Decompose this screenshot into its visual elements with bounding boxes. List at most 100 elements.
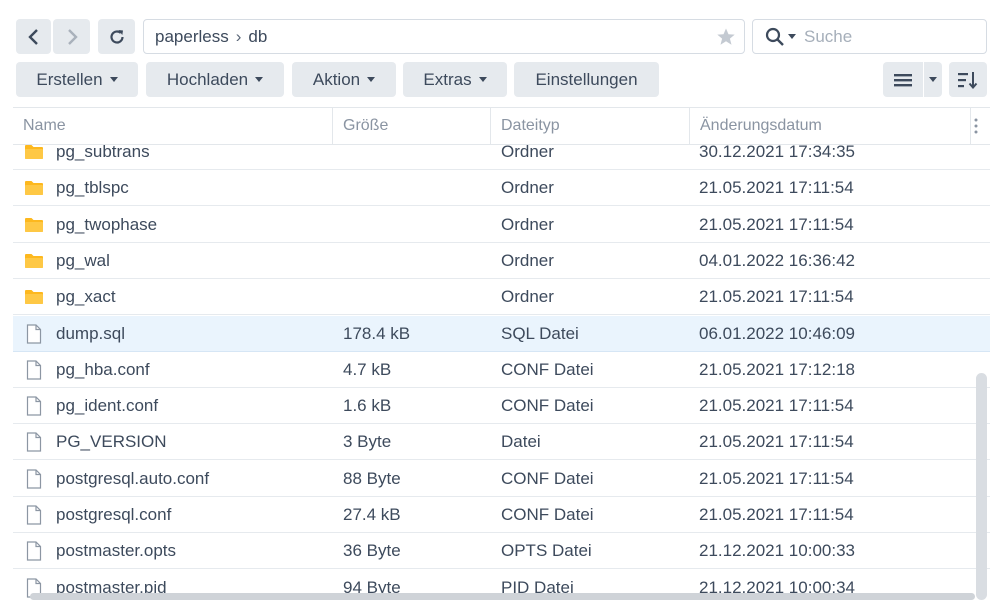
table-row[interactable]: pg_tblspc Ordner 21.05.2021 17:11:54 — [13, 170, 990, 207]
file-name: pg_tblspc — [56, 178, 129, 198]
chevron-down-icon — [478, 77, 487, 82]
file-type: CONF Datei — [501, 468, 594, 488]
create-button-label: Erstellen — [36, 69, 103, 89]
list-view-icon — [894, 73, 912, 86]
star-icon[interactable] — [716, 27, 736, 47]
file-icon — [26, 505, 42, 525]
file-icon — [26, 323, 42, 344]
breadcrumb-segment[interactable]: db — [248, 27, 267, 47]
file-name: pg_ident.conf — [56, 396, 159, 416]
file-size: 88 Byte — [343, 468, 401, 488]
folder-icon — [25, 181, 43, 196]
forward-button[interactable] — [53, 19, 90, 54]
sort-button[interactable] — [949, 62, 987, 97]
file-type: OPTS Datei — [501, 541, 592, 561]
breadcrumb-segment[interactable]: paperless — [155, 27, 229, 47]
file-icon — [26, 469, 42, 489]
view-mode-button[interactable] — [883, 62, 923, 97]
breadcrumb: paperless › db — [144, 27, 716, 47]
upload-button-label: Hochladen — [166, 69, 249, 89]
action-button-label: Aktion — [312, 69, 361, 89]
file-type: Datei — [501, 432, 541, 452]
file-name: pg_twophase — [56, 214, 158, 234]
table-row[interactable]: pg_twophase Ordner 21.05.2021 17:11:54 — [13, 207, 990, 243]
horizontal-scrollbar[interactable] — [30, 593, 975, 600]
table-row[interactable]: postmaster.opts 36 Byte OPTS Datei 21.12.20… — [13, 533, 990, 570]
column-type-header[interactable]: Dateityp — [491, 108, 690, 144]
file-icon — [26, 360, 42, 380]
file-type: Ordner — [501, 178, 554, 198]
file-type: Ordner — [501, 250, 554, 270]
create-button[interactable]: Erstellen — [16, 62, 138, 97]
search-box[interactable] — [752, 19, 987, 54]
file-size: 3 Byte — [343, 432, 392, 452]
settings-button-label: Einstellungen — [535, 69, 638, 89]
file-icon — [26, 541, 42, 561]
table-row[interactable]: postgresql.conf 27.4 kB CONF Datei 21.05.20… — [13, 497, 990, 533]
table-row[interactable]: pg_xact Ordner 21.05.2021 17:11:54 — [13, 279, 990, 316]
upload-button[interactable]: Hochladen — [146, 62, 284, 97]
file-type: CONF Datei — [501, 359, 594, 379]
column-modified-header[interactable]: Änderungsdatum — [690, 108, 971, 144]
file-type: CONF Datei — [501, 396, 594, 416]
file-modified: 06.01.2022 10:46:09 — [699, 323, 855, 343]
column-header: Name Größe Dateityp Änderungsdatum — [13, 107, 990, 145]
file-modified: 21.05.2021 17:11:54 — [699, 396, 854, 416]
file-name: postgresql.auto.conf — [56, 468, 210, 488]
search-input[interactable] — [802, 25, 976, 48]
table-row[interactable]: PG_VERSION 3 Byte Datei 21.05.2021 17:11:54 — [13, 424, 990, 461]
breadcrumb-separator-icon: › — [235, 26, 242, 46]
file-name: pg_hba.conf — [56, 359, 150, 379]
table-row[interactable]: postgresql.auto.conf 88 Byte CONF Datei 21.… — [13, 461, 990, 497]
file-type: Ordner — [501, 214, 554, 234]
search-options-caret-icon[interactable] — [788, 34, 796, 39]
file-type: CONF Datei — [501, 505, 594, 524]
file-modified: 21.05.2021 17:11:54 — [699, 505, 854, 524]
chevron-down-icon — [367, 77, 376, 82]
view-mode-dropdown[interactable] — [924, 62, 942, 97]
column-menu-icon[interactable] — [972, 117, 980, 140]
folder-icon — [25, 290, 43, 305]
file-name: postgresql.conf — [56, 505, 172, 524]
refresh-icon — [109, 29, 124, 44]
table-row[interactable]: pg_hba.conf 4.7 kB CONF Datei 21.05.2021 17… — [13, 352, 990, 388]
table-row[interactable]: pg_wal Ordner 04.01.2022 16:36:42 — [13, 243, 990, 279]
table-row[interactable]: dump.sql 178.4 kB SQL Datei 06.01.2022 10:4… — [13, 315, 990, 352]
extras-button[interactable]: Extras — [403, 62, 507, 97]
file-type: Ordner — [501, 287, 554, 307]
chevron-down-icon — [929, 77, 937, 82]
file-modified: 21.05.2021 17:12:18 — [699, 359, 855, 379]
back-button[interactable] — [16, 19, 51, 54]
action-button[interactable]: Aktion — [292, 62, 396, 97]
chevron-down-icon — [109, 77, 118, 82]
file-size: 1.6 kB — [343, 396, 392, 416]
chevron-right-icon — [67, 28, 78, 45]
file-type: SQL Datei — [501, 323, 579, 343]
chevron-left-icon — [27, 28, 38, 45]
file-size: 27.4 kB — [343, 505, 401, 524]
file-list[interactable]: pg_subtrans Ordner 30.12.2021 17:34:35 pg_t… — [13, 133, 990, 600]
file-modified: 21.12.2021 10:00:33 — [699, 541, 855, 561]
folder-icon — [25, 145, 43, 159]
folder-icon — [25, 217, 43, 232]
file-name: postmaster.opts — [56, 541, 177, 561]
search-icon[interactable] — [765, 27, 785, 47]
file-size: 4.7 kB — [343, 359, 392, 379]
file-name: dump.sql — [56, 323, 125, 343]
column-name-header[interactable]: Name — [13, 108, 333, 144]
file-modified: 21.05.2021 17:11:54 — [699, 432, 854, 452]
address-bar[interactable]: paperless › db — [143, 19, 745, 54]
file-size: 178.4 kB — [343, 323, 411, 343]
refresh-button[interactable] — [98, 19, 135, 54]
file-icon — [26, 396, 42, 416]
column-size-header[interactable]: Größe — [333, 108, 491, 144]
file-name: pg_wal — [56, 250, 110, 270]
folder-icon — [25, 253, 43, 268]
table-row[interactable]: pg_ident.conf 1.6 kB CONF Datei 21.05.2021 … — [13, 388, 990, 425]
file-name: pg_xact — [56, 287, 116, 307]
file-modified: 21.05.2021 17:11:54 — [699, 178, 854, 198]
file-modified: 04.01.2022 16:36:42 — [699, 250, 855, 270]
chevron-down-icon — [255, 77, 264, 82]
settings-button[interactable]: Einstellungen — [514, 62, 659, 97]
vertical-scrollbar[interactable] — [976, 373, 987, 600]
